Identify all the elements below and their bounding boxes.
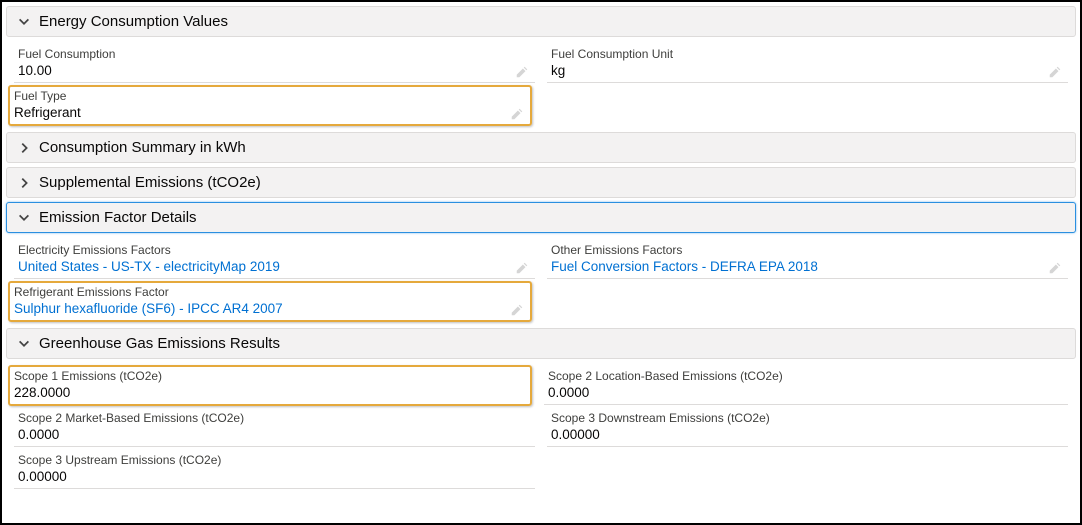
field-value-fuel-consumption-unit[interactable]: kg xyxy=(547,61,1068,83)
field-label-fuel-type: Fuel Type xyxy=(10,87,530,103)
chevron-down-icon xyxy=(17,211,31,225)
chevron-down-icon xyxy=(17,15,31,29)
section-header-consumption-summary[interactable]: Consumption Summary in kWh xyxy=(6,132,1076,163)
field-value-fuel-consumption[interactable]: 10.00 xyxy=(14,61,535,83)
field-value-scope2-loc: 0.0000 xyxy=(544,383,1068,405)
field-label-refrigerant-factor: Refrigerant Emissions Factor xyxy=(10,283,530,299)
field-value-other-factors[interactable]: Fuel Conversion Factors - DEFRA EPA 2018 xyxy=(547,257,1068,279)
field-value-scope2-mkt: 0.0000 xyxy=(14,425,535,447)
section-title: Energy Consumption Values xyxy=(39,13,228,30)
field-label-fuel-consumption: Fuel Consumption xyxy=(14,45,535,61)
field-label-scope3-up: Scope 3 Upstream Emissions (tCO2e) xyxy=(14,451,535,467)
field-label-electricity-factors: Electricity Emissions Factors xyxy=(14,241,535,257)
chevron-down-icon xyxy=(17,337,31,351)
highlight-fuel-type: Fuel Type Refrigerant xyxy=(8,85,532,126)
pencil-icon[interactable] xyxy=(515,261,529,275)
field-label-scope2-mkt: Scope 2 Market-Based Emissions (tCO2e) xyxy=(14,409,535,425)
section-body-energy: Fuel Consumption 10.00 Fuel Consumption … xyxy=(6,39,1076,132)
section-header-supplemental[interactable]: Supplemental Emissions (tCO2e) xyxy=(6,167,1076,198)
pencil-icon[interactable] xyxy=(515,65,529,79)
section-body-emission-factor: Electricity Emissions Factors United Sta… xyxy=(6,235,1076,328)
pencil-icon[interactable] xyxy=(1048,261,1062,275)
field-label-scope3-down: Scope 3 Downstream Emissions (tCO2e) xyxy=(547,409,1068,425)
highlight-refrigerant-factor: Refrigerant Emissions Factor Sulphur hex… xyxy=(8,281,532,322)
link-electricity-factors[interactable]: United States - US-TX - electricityMap 2… xyxy=(18,259,280,274)
chevron-right-icon xyxy=(17,141,31,155)
section-title: Emission Factor Details xyxy=(39,209,197,226)
chevron-right-icon xyxy=(17,176,31,190)
field-value-scope1: 228.0000 xyxy=(10,383,530,404)
field-label-other-factors: Other Emissions Factors xyxy=(547,241,1068,257)
section-header-ghg[interactable]: Greenhouse Gas Emissions Results xyxy=(6,328,1076,359)
section-title: Supplemental Emissions (tCO2e) xyxy=(39,174,261,191)
section-title: Consumption Summary in kWh xyxy=(39,139,246,156)
pencil-icon[interactable] xyxy=(510,107,524,121)
field-value-scope3-down: 0.00000 xyxy=(547,425,1068,447)
field-value-fuel-type[interactable]: Refrigerant xyxy=(10,103,530,124)
pencil-icon[interactable] xyxy=(1048,65,1062,79)
section-title: Greenhouse Gas Emissions Results xyxy=(39,335,280,352)
section-header-energy[interactable]: Energy Consumption Values xyxy=(6,6,1076,37)
field-label-scope1: Scope 1 Emissions (tCO2e) xyxy=(10,367,530,383)
link-refrigerant-factor[interactable]: Sulphur hexafluoride (SF6) - IPCC AR4 20… xyxy=(14,301,283,316)
field-value-scope3-up: 0.00000 xyxy=(14,467,535,489)
field-value-electricity-factors[interactable]: United States - US-TX - electricityMap 2… xyxy=(14,257,535,279)
link-other-factors[interactable]: Fuel Conversion Factors - DEFRA EPA 2018 xyxy=(551,259,818,274)
highlight-scope1: Scope 1 Emissions (tCO2e) 228.0000 xyxy=(8,365,532,406)
page-container: Energy Consumption Values Fuel Consumpti… xyxy=(0,0,1082,525)
field-label-fuel-consumption-unit: Fuel Consumption Unit xyxy=(547,45,1068,61)
pencil-icon[interactable] xyxy=(510,303,524,317)
section-body-ghg: Scope 1 Emissions (tCO2e) 228.0000 Scope… xyxy=(6,361,1076,497)
field-value-refrigerant-factor[interactable]: Sulphur hexafluoride (SF6) - IPCC AR4 20… xyxy=(10,299,530,320)
field-label-scope2-loc: Scope 2 Location-Based Emissions (tCO2e) xyxy=(544,367,1068,383)
section-header-emission-factor[interactable]: Emission Factor Details xyxy=(6,202,1076,233)
